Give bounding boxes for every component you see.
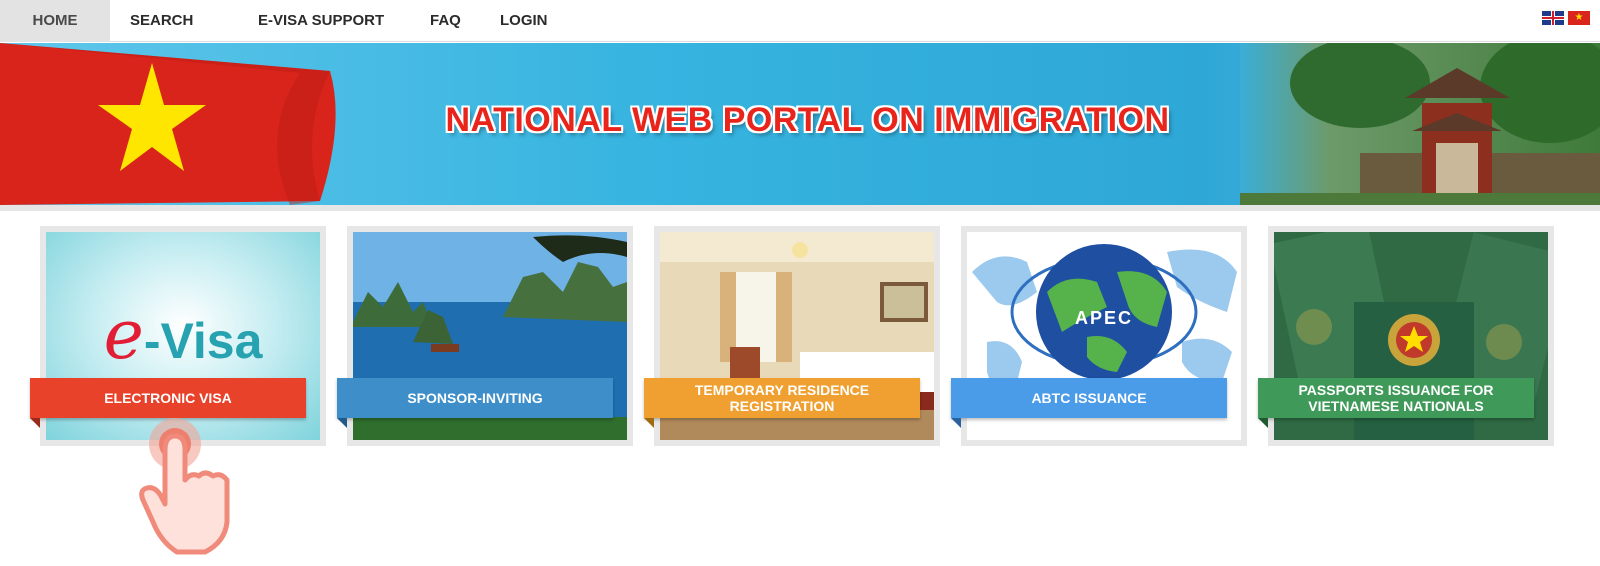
apec-label: APEC bbox=[1074, 308, 1133, 328]
tile-passports-issuance[interactable]: PASSPORTS ISSUANCE FOR VIETNAMESE NATION… bbox=[1258, 226, 1554, 446]
ribbon-fold bbox=[644, 418, 654, 428]
header-banner: NATIONAL WEB PORTAL ON IMMIGRATION bbox=[0, 43, 1600, 211]
ribbon-fold bbox=[30, 418, 40, 428]
ribbon-temporary-residence[interactable]: TEMPORARY RESIDENCE REGISTRATION bbox=[644, 378, 920, 418]
ribbon-fold bbox=[337, 418, 347, 428]
tile-sponsor-inviting[interactable]: SPONSOR-INVITING bbox=[337, 226, 633, 446]
top-nav: HOME SEARCH E-VISA SUPPORT FAQ LOGIN ★ bbox=[0, 0, 1600, 42]
ribbon-sponsor-inviting[interactable]: SPONSOR-INVITING bbox=[337, 378, 613, 418]
nav-evisa-support[interactable]: E-VISA SUPPORT bbox=[258, 0, 384, 42]
vn-flag-icon[interactable]: ★ bbox=[1568, 11, 1590, 25]
ribbon-abtc-issuance[interactable]: ABTC ISSUANCE bbox=[951, 378, 1227, 418]
ribbon-fold bbox=[1258, 418, 1268, 428]
tile-temporary-residence[interactable]: TEMPORARY RESIDENCE REGISTRATION bbox=[644, 226, 940, 446]
vietnam-flag-graphic bbox=[0, 43, 336, 205]
uk-flag-icon[interactable] bbox=[1542, 11, 1564, 25]
temple-graphic bbox=[1240, 43, 1600, 205]
nav-login[interactable]: LOGIN bbox=[500, 0, 548, 42]
ribbon-passports-issuance[interactable]: PASSPORTS ISSUANCE FOR VIETNAMESE NATION… bbox=[1258, 378, 1534, 418]
ribbon-fold bbox=[951, 418, 961, 428]
nav-search[interactable]: SEARCH bbox=[130, 0, 193, 42]
banner-title: NATIONAL WEB PORTAL ON IMMIGRATION bbox=[445, 101, 1170, 139]
hand-pointer-icon bbox=[139, 418, 230, 555]
evisa-logo: e-Visa bbox=[103, 296, 263, 375]
tile-abtc-issuance[interactable]: APEC ABTC ISSUANCE bbox=[951, 226, 1247, 446]
nav-faq[interactable]: FAQ bbox=[430, 0, 461, 42]
nav-home[interactable]: HOME bbox=[0, 0, 110, 42]
